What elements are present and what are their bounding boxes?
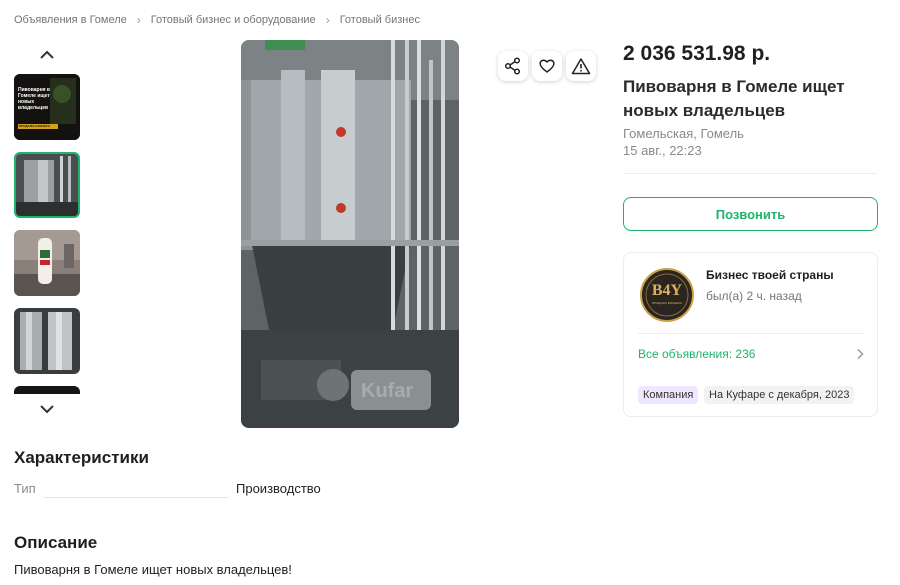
thumbnail-2[interactable] [14,152,80,218]
thumbnail-4-image [14,308,80,374]
thumbnail-1[interactable]: Пивоварня в Гомеле ищет новых владельцев… [14,74,80,140]
thumbnail-list: Пивоварня в Гомеле ищет новых владельцев… [14,44,80,420]
seller-name[interactable]: Бизнес твоей страны [706,268,834,282]
chevron-up-icon [40,50,54,59]
chevron-right-icon: › [325,13,330,27]
listing-title: Пивоварня в Гомеле ищет новых владельцев [623,77,845,120]
main-photo-image [241,40,459,428]
specs-heading: Характеристики [14,448,149,467]
breadcrumb-link-ready-business[interactable]: Готовый бизнес [340,14,420,26]
description-text: Пивоварня в Гомеле ищет новых владельцев… [14,562,292,577]
seller-last-seen: был(а) 2 ч. назад [706,289,802,303]
spec-value: Производство [236,481,321,496]
all-ads-link[interactable]: Все объявления: 236 [638,334,864,374]
thumbnail-4[interactable] [14,308,80,374]
thumbnail-1-caption: Пивоварня в Гомеле ищет новых владельцев [18,87,50,111]
breadcrumb: Объявления в Гомеле › Готовый бизнес и о… [14,13,420,27]
breadcrumb-link-gomel[interactable]: Объявления в Гомеле [14,14,127,26]
seller-card: B4Y ПРОДАЖА БИЗНЕСА Бизнес твоей страны … [623,252,878,417]
listing-date: 15 авг., 22:23 [623,143,702,158]
favorite-button[interactable] [532,51,562,81]
member-since-badge: На Куфаре с декабря, 2023 [704,386,855,404]
thumbnail-2-image [16,154,78,216]
thumbnails-down-button[interactable] [14,398,80,420]
all-ads-label: Все объявления: 236 [638,347,756,361]
spec-label: Тип [14,481,36,496]
share-icon [504,57,521,75]
chevron-right-icon [857,348,864,360]
share-button[interactable] [498,51,528,81]
thumbnail-3-image [14,230,80,296]
heart-icon [539,59,555,73]
chevron-down-icon [40,405,54,414]
listing-location: Гомельская, Гомель [623,126,744,141]
company-badge: Компания [638,386,699,404]
seller-logo-subtext: ПРОДАЖА БИЗНЕСА [651,301,683,305]
seller-avatar[interactable]: B4Y ПРОДАЖА БИЗНЕСА [640,268,694,322]
warning-icon [571,58,591,75]
thumbnails-up-button[interactable] [14,44,80,66]
thumbnail-3[interactable] [14,230,80,296]
description-heading: Описание [14,533,98,552]
report-button[interactable] [566,51,596,81]
call-button[interactable]: Позвонить [623,197,878,231]
thumbnail-5[interactable] [14,386,80,394]
photo-watermark: Kufar [361,380,414,402]
main-photo[interactable]: Kufar [241,40,459,428]
breadcrumb-link-business-equipment[interactable]: Готовый бизнес и оборудование [151,14,316,26]
divider [623,173,877,174]
thumbnail-1-badge: ПРОДАЖА БИЗНЕСА [19,124,51,128]
seller-logo-text: B4Y [651,282,683,299]
listing-price: 2 036 531.98 р. [623,42,771,65]
spec-leader-line [44,497,228,498]
chevron-right-icon: › [136,13,141,27]
